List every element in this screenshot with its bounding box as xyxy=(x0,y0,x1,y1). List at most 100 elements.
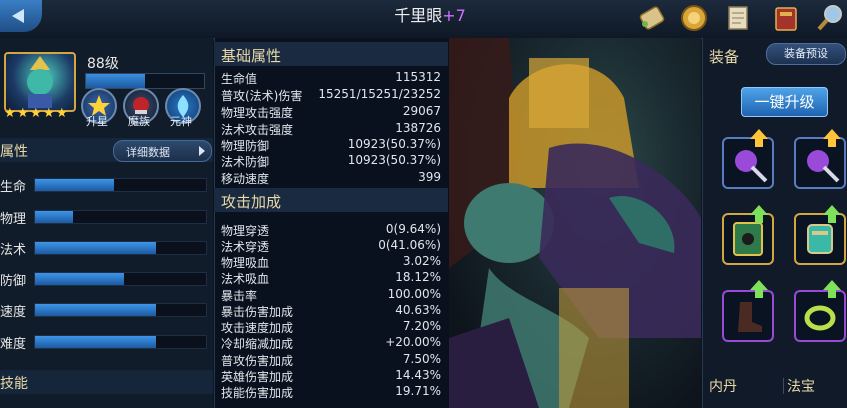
skill-header[interactable] xyxy=(0,370,213,394)
stat-label-physical: 物理 xyxy=(0,212,27,227)
detail-data-label: 详细数据 xyxy=(126,146,170,159)
star-icon: ★ xyxy=(56,106,68,121)
stat-row-value: 19.71% xyxy=(395,384,441,398)
stat-bar-hp xyxy=(34,178,207,192)
star-up-label: 升星 xyxy=(86,115,108,128)
stat-row: 普攻伤害加成 7.50% xyxy=(221,352,441,368)
skill-title: 技能 xyxy=(0,376,28,392)
stat-row-label: 法术穿透 xyxy=(221,240,270,254)
stat-row: 法术攻击强度 138726 xyxy=(221,121,441,137)
star-icon: ★ xyxy=(30,106,42,121)
stat-row: 法术穿透 0(41.06%) xyxy=(221,238,441,254)
upgrade-arrow-icon xyxy=(823,280,841,298)
stat-row-label: 普攻伤害加成 xyxy=(221,354,294,368)
stat-label-hp: 生命 xyxy=(0,180,27,195)
stat-row-label: 移动速度 xyxy=(221,172,270,186)
stat-row-label: 暴击率 xyxy=(221,289,258,303)
star-icon: ★ xyxy=(17,106,29,121)
stat-row-value: +20.00% xyxy=(385,335,441,349)
stat-row-label: 法术防御 xyxy=(221,155,270,169)
stat-row-value: 3.02% xyxy=(402,254,441,268)
medal-icon[interactable] xyxy=(678,2,710,34)
stat-row-value: 0(41.06%) xyxy=(378,238,441,252)
inner-core-tab[interactable]: 内丹 xyxy=(709,376,737,396)
demon-race-label: 魔族 xyxy=(128,115,150,128)
stat-row-label: 普攻(法术)伤害 xyxy=(221,89,303,103)
star-icon: ★ xyxy=(43,106,55,121)
stat-bar-fill xyxy=(35,273,124,285)
stat-bar-defense xyxy=(34,272,207,286)
hero-title: 千里眼+7 xyxy=(340,2,520,26)
stat-row: 英雄伤害加成 14.43% xyxy=(221,368,441,384)
hero-portrait[interactable] xyxy=(4,52,76,112)
stat-row-label: 暴击伤害加成 xyxy=(221,305,294,319)
stat-row-value: 10923(50.37%) xyxy=(347,153,441,167)
upgrade-arrow-icon xyxy=(750,280,768,298)
stat-row: 暴击伤害加成 40.63% xyxy=(221,303,441,319)
spirit-label: 元神 xyxy=(170,115,192,128)
stat-row: 移动速度 399 xyxy=(221,170,441,186)
stat-bar-fill xyxy=(35,304,157,316)
treasure-tab[interactable]: 法宝 xyxy=(787,376,815,396)
attribute-title: 属性 xyxy=(0,144,28,160)
stat-row: 物理穿透 0(9.64%) xyxy=(221,222,441,238)
stat-row-value: 115312 xyxy=(395,70,441,84)
stat-bar-magic xyxy=(34,241,207,255)
stat-bar-fill xyxy=(35,242,157,254)
stat-row-value: 15251/15251/23252 xyxy=(318,87,441,101)
stat-row-label: 物理攻击强度 xyxy=(221,106,294,120)
stat-row-label: 法术吸血 xyxy=(221,272,270,286)
stat-row: 法术吸血 18.12% xyxy=(221,270,441,286)
stat-bar-difficulty xyxy=(34,335,207,349)
stat-row-value: 18.12% xyxy=(395,270,441,284)
stat-bar-fill xyxy=(35,336,157,348)
boots-icon xyxy=(738,302,762,332)
stat-bar-fill xyxy=(35,179,114,191)
stat-row: 冷却缩减加成 +20.00% xyxy=(221,335,441,351)
attack-bonus-title: 攻击加成 xyxy=(221,193,282,211)
stat-bar-fill xyxy=(35,211,73,223)
stat-row-label: 英雄伤害加成 xyxy=(221,370,294,384)
stat-row-value: 138726 xyxy=(395,121,441,135)
stat-bar-physical xyxy=(34,210,207,224)
stat-label-magic: 法术 xyxy=(0,243,27,258)
equipment-title: 装备 xyxy=(709,48,740,66)
upgrade-arrow-icon xyxy=(823,205,841,223)
one-click-upgrade-button[interactable]: 一键升级 xyxy=(741,87,828,117)
stat-row: 法术防御 10923(50.37%) xyxy=(221,153,441,169)
hero-plus-level: +7 xyxy=(442,6,466,25)
stat-row: 物理吸血 3.02% xyxy=(221,254,441,270)
stat-row-label: 法术攻击强度 xyxy=(221,123,294,137)
stat-row-value: 7.20% xyxy=(402,319,441,333)
exp-bar-fill xyxy=(86,74,145,88)
stat-row-value: 14.43% xyxy=(395,368,441,382)
stat-row-value: 0(9.64%) xyxy=(385,222,441,236)
stat-row-label: 物理穿透 xyxy=(221,224,270,238)
stat-row-label: 物理防御 xyxy=(221,139,270,153)
stat-row-value: 40.63% xyxy=(395,303,441,317)
upgrade-arrow-icon xyxy=(750,205,768,223)
stat-row: 物理防御 10923(50.37%) xyxy=(221,137,441,153)
stat-row: 物理攻击强度 29067 xyxy=(221,104,441,120)
magnifier-icon[interactable] xyxy=(814,2,846,34)
stat-row-value: 100.00% xyxy=(387,287,441,301)
upgrade-arrow-icon xyxy=(750,129,768,147)
scroll-icon[interactable] xyxy=(636,2,668,34)
hero-artwork xyxy=(449,38,701,408)
stat-row-label: 攻击速度加成 xyxy=(221,321,294,335)
stat-row: 普攻(法术)伤害 15251/15251/23252 xyxy=(221,87,441,103)
stat-row: 攻击速度加成 7.20% xyxy=(221,319,441,335)
chevron-right-icon xyxy=(199,146,205,156)
upgrade-arrow-icon xyxy=(823,129,841,147)
stat-bar-speed xyxy=(34,303,207,317)
stat-row-value: 399 xyxy=(418,170,441,184)
base-stats-title: 基础属性 xyxy=(221,47,282,65)
stat-row: 暴击率 100.00% xyxy=(221,287,441,303)
detail-data-button[interactable]: 详细数据 xyxy=(113,140,212,162)
back-button[interactable] xyxy=(0,0,42,32)
document-icon[interactable] xyxy=(722,2,754,34)
book-icon[interactable] xyxy=(770,2,802,34)
stat-row-label: 冷却缩减加成 xyxy=(221,337,294,351)
hero-name: 千里眼 xyxy=(394,6,443,25)
equipment-preset-button[interactable]: 装备预设 xyxy=(766,43,846,65)
